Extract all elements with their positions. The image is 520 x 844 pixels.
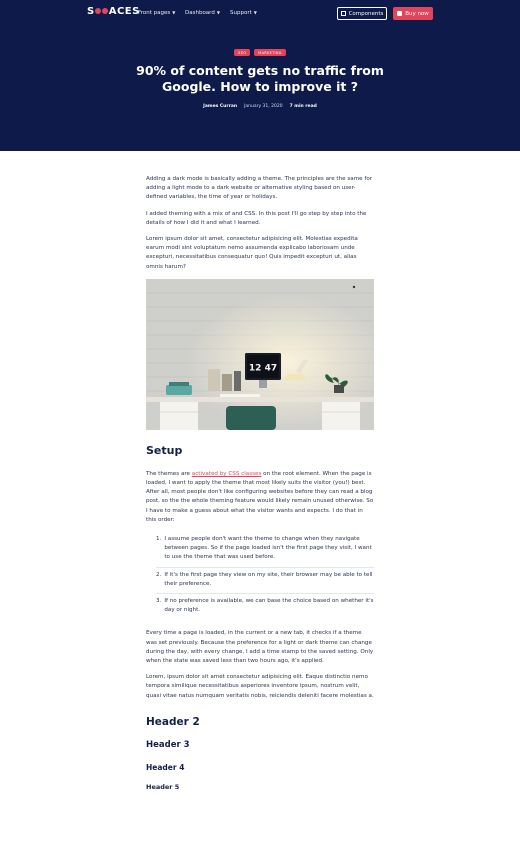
post-title: 90% of content gets no traffic from Goog… [136,63,384,94]
css-classes-link[interactable]: activated by CSS classes [192,471,262,477]
logo-dot-icon [102,8,109,14]
list-text: I assume people don't want the theme to … [164,536,372,561]
heading-2: Header 2 [146,715,200,728]
chevron-down-icon: ▼ [216,10,220,15]
post-date: January 31, 2020 [244,104,283,109]
nav-item-front-pages[interactable]: Front pages ▼ [138,10,175,16]
article-paragraph: I added theming with a mix of and CSS. I… [146,210,367,226]
chevron-down-icon: ▼ [253,10,257,15]
tag-seo[interactable]: SEO [234,49,251,56]
heading-3: Header 3 [146,739,190,750]
clock-display: 12 47 [249,363,277,373]
components-button-label: Components [348,10,384,17]
author-name[interactable]: James Curran [203,104,237,109]
nav-item-support[interactable]: Support ▼ [230,10,257,16]
setup-text: The themes are [146,470,192,477]
post-meta: James Curran January 31, 2020 7 min read [0,104,520,109]
heading-4: Header 4 [146,762,185,772]
components-button[interactable]: Components [337,7,387,20]
read-time: 7 min read [289,104,317,109]
heading-setup: Setup [146,443,183,457]
list-item: 2. If it's the first page they view on my… [156,568,374,595]
logo-dot-icon [95,8,102,14]
nav-item-label: Support [230,10,252,16]
article-paragraph: Every time a page is loaded, in the curr… [146,630,374,665]
list-number: 1. [156,536,162,543]
list-item: 1. I assume people don't want the theme t… [156,532,374,568]
chevron-down-icon: ▼ [172,10,176,15]
list-number: 3. [156,598,162,605]
setup-paragraph: The themes are activated by CSS classes … [146,470,374,525]
list-text: If no preference is available, we can ba… [164,598,374,614]
desk-photo-illustration: 12 47 [146,278,374,430]
post-tags: SEO MARKETING [0,49,520,56]
top-navbar: S ACES Front pages ▼ Dashboard ▼ Support ▼ C… [0,0,520,28]
buy-now-button[interactable]: Buy now [393,7,433,20]
shopping-bag-icon [397,11,403,16]
tag-marketing[interactable]: MARKETING [254,49,286,56]
nav-item-dashboard[interactable]: Dashboard ▼ [185,10,220,16]
logo-text-right: ACES [108,6,140,17]
theme-order-list: 1. I assume people don't want the theme t… [156,532,374,619]
hero-banner: S ACES Front pages ▼ Dashboard ▼ Support ▼ C… [0,0,520,151]
logo-text-left: S [87,6,95,17]
article-paragraph: Lorem, ipsum dolor sit amet consectetur … [146,674,374,699]
nav-item-label: Dashboard [185,10,215,16]
list-text: If it's the first page they view on my s… [164,571,373,587]
buy-now-label: Buy now [405,10,429,17]
list-item: 3. If no preference is available, we can … [156,594,374,619]
article-paragraph: Lorem ipsum dolor sit amet, consectetur … [146,236,358,270]
brand-logo[interactable]: S ACES [87,6,140,17]
article-paragraph: Adding a dark mode is basically adding a… [146,176,373,201]
list-number: 2. [156,571,162,578]
article-photo: 12 47 [146,278,374,430]
article-body: Adding a dark mode is basically adding a… [146,175,374,792]
heading-5: Header 5 [146,782,180,791]
setup-text: on the root element. When the page is lo… [146,470,374,523]
components-icon [340,11,346,16]
nav-item-label: Front pages [138,10,171,16]
